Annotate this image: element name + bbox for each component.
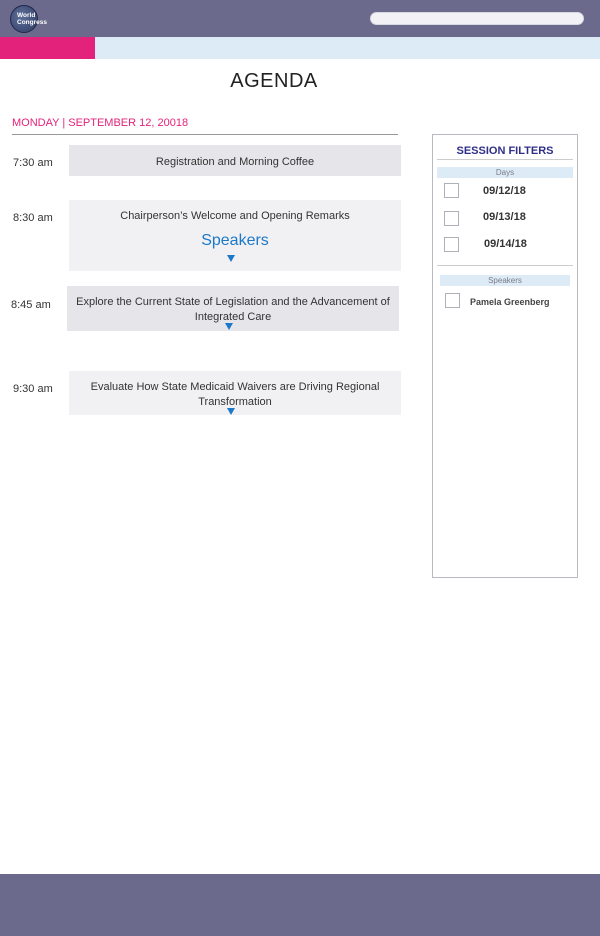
session-row[interactable]: Evaluate How State Medicaid Waivers are … bbox=[69, 371, 401, 415]
session-title: Evaluate How State Medicaid Waivers are … bbox=[90, 381, 380, 408]
days-header: Days bbox=[437, 167, 573, 178]
footer-bar bbox=[0, 874, 600, 936]
session-time: 8:45 am bbox=[11, 299, 51, 311]
filters-divider bbox=[437, 159, 573, 160]
day-filter-label: 09/14/18 bbox=[484, 238, 527, 250]
session-filters-panel: SESSION FILTERS Days 09/12/18 09/13/18 0… bbox=[432, 134, 578, 578]
page-title: AGENDA bbox=[230, 70, 318, 92]
nav-highlight-tab[interactable] bbox=[0, 37, 95, 59]
day-checkbox[interactable] bbox=[444, 211, 459, 226]
speaker-checkbox[interactable] bbox=[445, 293, 460, 308]
day-checkbox[interactable] bbox=[444, 237, 459, 252]
expand-arrow-icon[interactable] bbox=[227, 408, 235, 415]
day-filter-label: 09/12/18 bbox=[483, 185, 526, 197]
expand-arrow-icon[interactable] bbox=[225, 323, 233, 330]
session-row[interactable]: Chairperson’s Welcome and Opening Remark… bbox=[69, 200, 401, 271]
expand-arrow-icon[interactable] bbox=[227, 255, 235, 262]
filters-divider bbox=[437, 265, 573, 266]
session-row[interactable]: Explore the Current State of Legislation… bbox=[67, 286, 399, 331]
logo-text-line2: Congress bbox=[17, 19, 47, 26]
filters-title: SESSION FILTERS bbox=[456, 145, 554, 157]
day-filter-label: 09/13/18 bbox=[483, 211, 526, 223]
session-row[interactable]: Registration and Morning Coffee bbox=[69, 145, 401, 176]
session-title: Registration and Morning Coffee bbox=[155, 156, 315, 168]
speaker-filter-label: Pamela Greenberg bbox=[470, 297, 550, 307]
world-congress-logo[interactable]: World Congress bbox=[10, 5, 47, 33]
session-time: 8:30 am bbox=[13, 212, 53, 224]
speakers-header: Speakers bbox=[440, 275, 570, 286]
day-checkbox[interactable] bbox=[444, 183, 459, 198]
session-title: Chairperson’s Welcome and Opening Remark… bbox=[120, 210, 350, 222]
agenda-date: MONDAY | SEPTEMBER 12, 20018 bbox=[12, 117, 189, 129]
logo-text-line1: World bbox=[17, 12, 36, 19]
speakers-toggle[interactable]: Speakers bbox=[69, 232, 401, 250]
session-time: 9:30 am bbox=[13, 383, 53, 395]
nav-bar bbox=[95, 37, 600, 59]
session-time: 7:30 am bbox=[13, 157, 53, 169]
date-divider bbox=[12, 134, 398, 135]
session-title: Explore the Current State of Legislation… bbox=[76, 296, 390, 323]
search-input[interactable] bbox=[370, 12, 584, 25]
